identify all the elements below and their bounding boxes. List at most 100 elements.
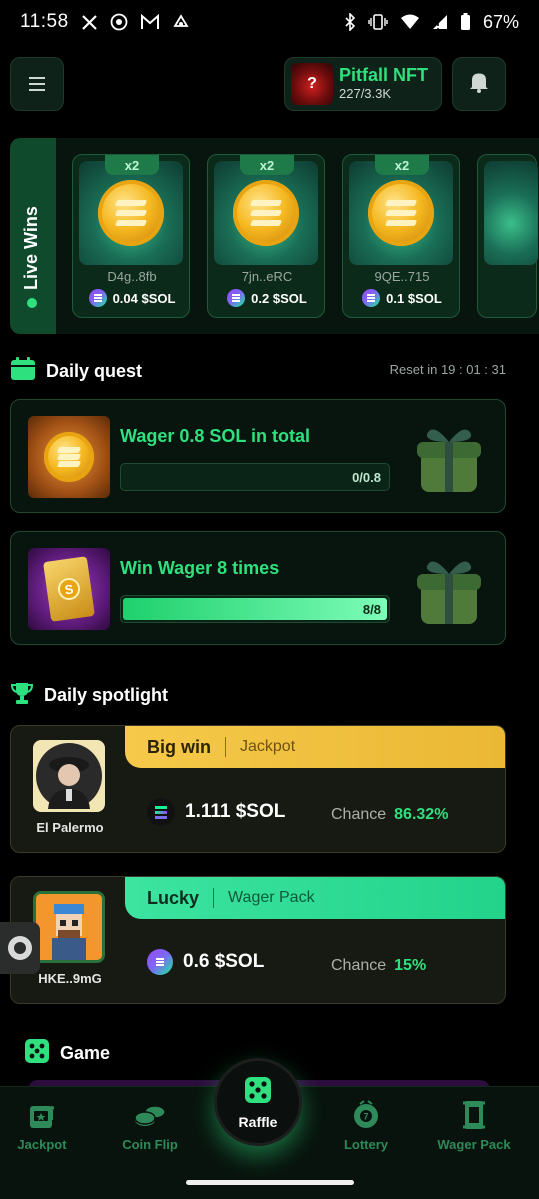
spotlight-amount: 1.111 $SOL [147, 798, 285, 826]
daily-spotlight-header: Daily spotlight [10, 681, 168, 710]
nft-thumbnail: ? [291, 63, 333, 105]
avatar [33, 891, 105, 963]
win-amount: 0.1 $SOL [343, 289, 461, 307]
coin-art [349, 161, 453, 265]
nav-item-wager-pack[interactable]: Wager Pack [424, 1099, 524, 1152]
wager-pack-icon: S [43, 556, 95, 622]
dice-icon [24, 1038, 50, 1069]
vibrate-icon [368, 14, 388, 30]
live-wins-label: Live Wins [21, 206, 41, 290]
notifications-button[interactable] [452, 57, 506, 111]
chat-bubble-icon [8, 936, 32, 960]
chance-label: Chance [331, 957, 387, 974]
multiplier-badge: x2 [240, 155, 294, 175]
live-win-card[interactable]: x2 D4g..8fb 0.04 $SOL [72, 154, 190, 318]
win-user: D4g..8fb [107, 269, 157, 284]
live-win-card[interactable]: x2 7jn..eRC 0.2 $SOL [207, 154, 325, 318]
menu-button[interactable] [10, 57, 64, 111]
live-win-card-partial[interactable] [477, 154, 538, 318]
spotlight-chance: Chance 86.32% [331, 806, 448, 824]
card-pack-icon [457, 1099, 491, 1131]
lottery-ball-icon: 7 [349, 1099, 383, 1131]
bell-icon [469, 71, 489, 98]
win-amount-text: 0.1 $SOL [386, 290, 442, 306]
wifi-icon [400, 14, 420, 30]
app-header: ? Pitfall NFT 227/3.3K [10, 57, 506, 111]
spotlight-subtype: Jackpot [240, 738, 296, 755]
battery-icon [460, 13, 471, 31]
win-amount-text: 0.2 $SOL [251, 290, 307, 306]
spotlight-amount-text: 1.111 $SOL [185, 801, 286, 822]
win-user: 9QE..715 [374, 269, 430, 284]
spotlight-card[interactable]: El Palermo Big win Jackpot 1.111 $SOL Ch… [10, 725, 506, 853]
spotlight-type: Big win [147, 736, 211, 757]
quest-title: Win Wager 8 times [120, 558, 280, 578]
quest-title: Wager 0.8 SOL in total [120, 426, 311, 446]
slot-machine-icon [25, 1099, 59, 1131]
nav-label: Lottery [343, 1137, 389, 1152]
quest-reset-timer: Reset in 19 : 01 : 31 [389, 362, 506, 377]
nft-count: 227/3.3K [339, 86, 392, 101]
coin-art [484, 161, 538, 265]
nav-item-lottery[interactable]: 7 Lottery [316, 1099, 416, 1152]
camera-icon [110, 13, 128, 31]
nav-label: Jackpot [17, 1137, 67, 1152]
banner-divider [225, 737, 226, 757]
daily-quest-header: Daily quest [10, 357, 142, 386]
nav-item-raffle[interactable]: Raffle [214, 1058, 302, 1146]
nav-label: Raffle [238, 1113, 278, 1130]
spotlight-amount: 0.6 $SOL [147, 949, 264, 975]
sync-icon [172, 13, 190, 31]
dice-icon [243, 1075, 273, 1110]
nav-item-jackpot[interactable]: Jackpot [0, 1099, 92, 1152]
win-amount: 0.04 $SOL [73, 289, 191, 307]
nft-chip[interactable]: ? Pitfall NFT 227/3.3K [284, 57, 442, 111]
nav-label: Coin Flip [122, 1137, 178, 1152]
sol-icon [362, 289, 381, 307]
quest-card[interactable]: S Win Wager 8 times 8/8 [10, 531, 506, 645]
spotlight-banner: Big win Jackpot [125, 726, 505, 768]
home-indicator[interactable] [186, 1180, 354, 1185]
status-bar: 11:58 67% [0, 0, 539, 44]
svg-text:7: 7 [363, 1112, 368, 1122]
multiplier-badge: x2 [375, 155, 429, 175]
status-time: 11:58 [20, 11, 69, 32]
coin-art [214, 161, 318, 265]
gift-box-icon [413, 420, 485, 494]
chance-value: 86.32% [394, 806, 449, 823]
live-win-card[interactable]: x2 9QE..715 0.1 $SOL [342, 154, 460, 318]
spotlight-type: Lucky [147, 887, 200, 908]
gold-coin-icon [98, 180, 164, 246]
game-header: Game [24, 1038, 110, 1069]
win-amount-text: 0.04 $SOL [112, 290, 176, 306]
live-indicator-dot [26, 298, 37, 308]
banner-divider [213, 888, 215, 908]
spotlight-amount-text: 0.6 $SOL [183, 951, 265, 972]
nav-item-coin-flip[interactable]: Coin Flip [100, 1099, 200, 1152]
sol-icon [88, 289, 107, 307]
hamburger-icon [29, 75, 45, 93]
multiplier-badge: x2 [105, 155, 159, 175]
coin-art [79, 161, 183, 265]
chance-label: Chance [331, 806, 387, 823]
sol-icon [147, 949, 173, 975]
nft-thumb-glyph: ? [307, 75, 317, 92]
quest-thumbnail [28, 416, 110, 498]
live-wins-tab: Live Wins [10, 138, 56, 334]
chance-value: 15% [394, 957, 427, 974]
game-title: Game [60, 1043, 111, 1063]
calendar-icon [10, 357, 36, 386]
quest-progress-bar: 8/8 [120, 595, 390, 623]
bluetooth-icon [344, 13, 356, 31]
sol-icon [227, 289, 246, 307]
spotlight-card[interactable]: HKE..9mG Lucky Wager Pack 0.6 $SOL Chanc… [10, 876, 506, 1004]
trophy-icon [10, 681, 34, 710]
floating-assistant-tab[interactable] [0, 922, 40, 974]
gold-coin-icon [233, 180, 299, 246]
quest-progress-text: 0/0.8 [352, 470, 381, 485]
nft-title: Pitfall NFT [339, 65, 428, 85]
battery-percent: 67% [482, 11, 519, 32]
gmail-icon [140, 14, 160, 30]
gold-coin-icon [44, 432, 94, 482]
quest-card[interactable]: Wager 0.8 SOL in total 0/0.8 [10, 399, 506, 513]
